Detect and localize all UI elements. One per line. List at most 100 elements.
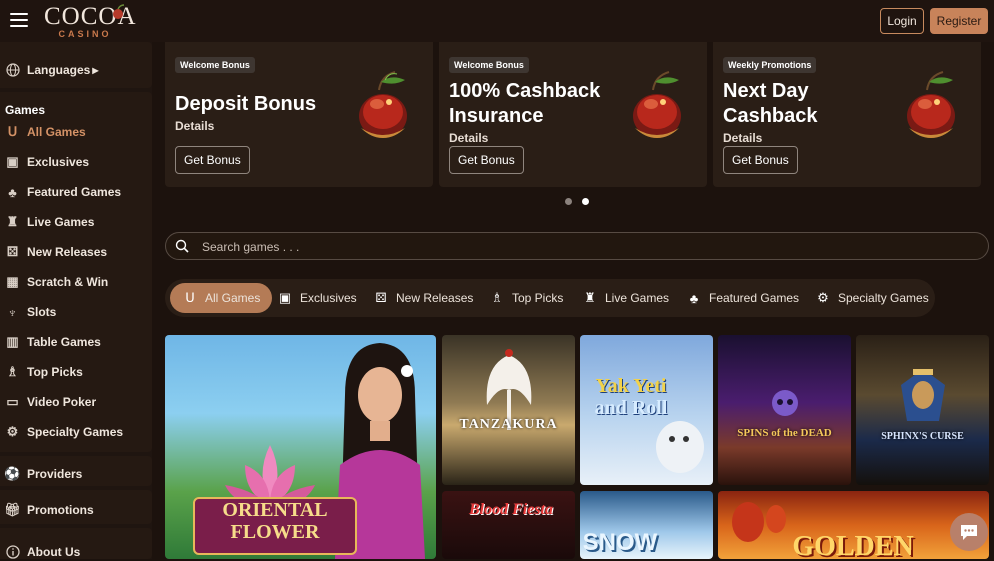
sidebar-item-label: Exclusives [27, 155, 90, 169]
tab-featured-games[interactable]: ♣ Featured Games [686, 283, 799, 313]
banner-title-line1: Next Day [723, 80, 809, 102]
scratch-card-icon: ▦ [6, 274, 19, 289]
game-tile-sphinxs-curse[interactable]: SPHINX'S CURSE [856, 335, 989, 485]
tab-new-releases[interactable]: ⚄ New Releases [373, 283, 473, 313]
promo-banner-deposit[interactable]: Welcome Bonus Deposit Bonus Details Get … [165, 42, 433, 187]
sidebar-item-top-picks[interactable]: ♗ Top Picks [5, 363, 83, 381]
sidebar-item-scratch-win[interactable]: ▦ Scratch & Win [5, 273, 108, 291]
sidebar-item-new-releases[interactable]: ⚄ New Releases [5, 243, 107, 261]
dice-icon: ⚄ [6, 244, 19, 259]
globe-icon [5, 63, 20, 78]
tab-label: All Games [205, 291, 261, 305]
cherry-icon [907, 71, 955, 138]
sidebar-item-specialty-games[interactable]: ⚙ Specialty Games [5, 423, 123, 441]
slot-lever-icon: ♆ [7, 304, 18, 320]
sidebar-item-table-games[interactable]: ▥ Table Games [5, 333, 100, 351]
game-title-line1: Yak Yeti [595, 375, 667, 397]
tab-all-games[interactable]: Ս All Games [170, 283, 273, 313]
tab-top-picks[interactable]: ♗ Top Picks [489, 283, 563, 313]
live-dealer-icon: ♜ [584, 290, 596, 305]
carousel-dot-1[interactable] [565, 198, 572, 205]
game-tile-title: ORIENTAL FLOWER [193, 497, 357, 555]
game-tile-title: Blood Fiesta [468, 501, 553, 518]
tab-label: Specialty Games [838, 291, 929, 305]
gift-icon: 🎁︎ [4, 502, 21, 517]
banner-title: Deposit Bonus [175, 93, 317, 115]
game-title-line2: FLOWER [230, 521, 320, 543]
sidebar-languages[interactable]: Languages ▶ [5, 61, 99, 79]
tab-live-games[interactable]: ♜ Live Games [582, 283, 669, 313]
cherry-logo-icon [113, 4, 125, 19]
game-tile-yak-yeti-roll[interactable]: Yak Yeti and Roll [580, 335, 713, 485]
tab-label: Featured Games [709, 291, 800, 305]
login-button[interactable]: Login [880, 8, 924, 34]
banner-tag: Welcome Bonus [175, 57, 255, 73]
game-tile-snow[interactable]: SNOW [580, 491, 713, 559]
sidebar-item-slots[interactable]: ♆ Slots [5, 303, 57, 321]
sidebar-item-label: About Us [27, 545, 81, 559]
top-picks-icon: ♗ [491, 290, 503, 305]
skull-icon [772, 390, 798, 416]
promo-banner-cashback-insurance[interactable]: Welcome Bonus 100% Cashback Insurance De… [439, 42, 707, 187]
banner-title-line2: Cashback [723, 105, 818, 127]
tab-label: New Releases [396, 291, 474, 305]
menu-icon[interactable] [10, 13, 28, 27]
horseshoe-icon: Ս [185, 290, 195, 305]
providers-icon: ⚽ [4, 466, 21, 481]
sidebar-providers[interactable]: ⚽ Providers [4, 465, 82, 483]
banner-details-link[interactable]: Details [175, 119, 214, 133]
game-title-line1: ORIENTAL [222, 499, 328, 521]
sidebar-languages-label: Languages [27, 63, 91, 77]
search-input[interactable] [200, 237, 964, 257]
category-tabs: Ս All Games ▣ Exclusives ⚄ New Releases … [165, 279, 935, 317]
register-button[interactable]: Register [930, 8, 988, 34]
game-title-line2: and Roll [594, 397, 668, 419]
table-icon: ▥ [6, 334, 19, 349]
game-tile-golden[interactable]: GOLDEN [718, 491, 989, 559]
banner-tag: Weekly Promotions [723, 57, 817, 73]
chat-button[interactable] [950, 513, 988, 551]
clover-icon: ♣ [8, 184, 17, 200]
top-bar [0, 0, 994, 42]
top-picks-icon: ♗ [6, 364, 19, 379]
game-tile-spins-of-the-dead[interactable]: SPINS of the DEAD [718, 335, 851, 485]
banner-details-link[interactable]: Details [723, 131, 762, 145]
carousel-dots [565, 198, 589, 205]
game-tile-title: GOLDEN [792, 531, 914, 559]
sidebar-item-label: Featured Games [27, 185, 122, 199]
game-tile-tanzakura[interactable]: TANZAKURA [442, 335, 575, 485]
exclusive-icon: ▣ [6, 154, 19, 169]
get-bonus-button[interactable]: Get Bonus [175, 146, 250, 174]
sidebar-item-label: Video Poker [27, 395, 97, 409]
game-tile-title: SNOW [582, 529, 658, 556]
banner-details-link[interactable]: Details [449, 131, 488, 145]
tab-exclusives[interactable]: ▣ Exclusives [277, 283, 357, 313]
monitor-icon: ▭ [6, 394, 19, 409]
get-bonus-button[interactable]: Get Bonus [723, 146, 798, 174]
exclusive-icon: ▣ [278, 290, 292, 305]
dice-icon: ⚄ [375, 290, 387, 305]
game-tile-blood-fiesta[interactable]: Blood Fiesta [442, 491, 575, 559]
gear-icon: ⚙ [817, 290, 829, 305]
sidebar-item-label: Top Picks [27, 365, 83, 379]
sidebar-promotions[interactable]: 🎁︎ Promotions [4, 501, 93, 519]
get-bonus-button[interactable]: Get Bonus [449, 146, 524, 174]
sidebar-item-all-games[interactable]: Ս All Games [5, 123, 86, 141]
search-bar [165, 232, 989, 260]
logo[interactable]: COCOA CASINO [44, 4, 136, 40]
promo-banner-next-day-cashback[interactable]: Weekly Promotions Next Day Cashback Deta… [713, 42, 981, 187]
tab-specialty-games[interactable]: ⚙ Specialty Games [815, 283, 929, 313]
game-tile-oriental-flower[interactable]: ORIENTAL FLOWER [165, 335, 436, 559]
carousel-dot-2[interactable] [582, 198, 589, 205]
sidebar-item-exclusives[interactable]: ▣ Exclusives [5, 153, 89, 171]
sidebar-about[interactable]: About Us [5, 543, 80, 561]
sidebar: Languages ▶ Games Ս All Games ▣ Exclusiv… [0, 42, 152, 559]
sidebar-item-label: Slots [27, 305, 57, 319]
pharaoh-icon [901, 369, 945, 421]
game-tile-title: TANZAKURA [459, 417, 558, 432]
horseshoe-icon: Ս [7, 124, 18, 139]
sidebar-item-featured-games[interactable]: ♣ Featured Games [5, 183, 121, 201]
sidebar-item-live-games[interactable]: ♜ Live Games [5, 213, 95, 231]
tab-label: Exclusives [300, 291, 357, 305]
sidebar-item-video-poker[interactable]: ▭ Video Poker [5, 393, 96, 411]
